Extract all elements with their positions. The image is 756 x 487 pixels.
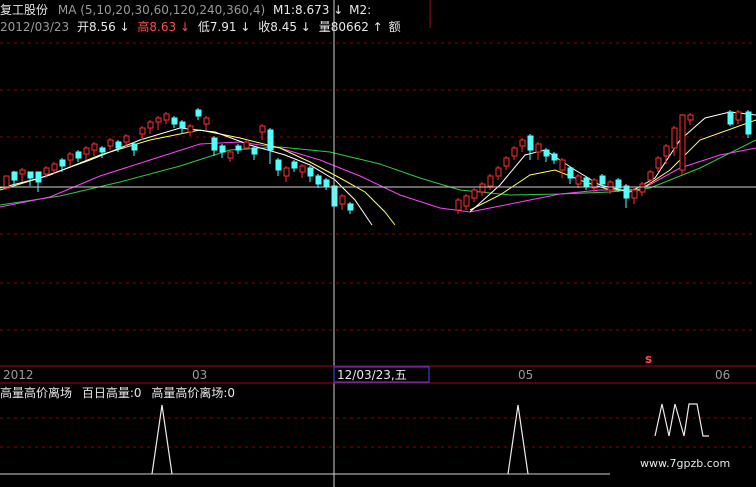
axis-tick-05: 05 xyxy=(518,368,534,382)
candle-body-up xyxy=(487,175,494,187)
candle-body-up xyxy=(43,167,50,175)
candle-body-down xyxy=(275,159,282,171)
candle-body-up xyxy=(187,125,194,133)
candle-body-up xyxy=(227,151,234,159)
candle-body-up xyxy=(679,114,686,171)
candle-body-up xyxy=(463,195,470,207)
candle-body-down xyxy=(323,179,330,187)
candle-body-down xyxy=(251,147,258,155)
candle-body-up xyxy=(123,135,130,143)
candle-body-up xyxy=(559,159,566,171)
candle-body-up xyxy=(607,181,614,191)
ma30-line xyxy=(0,139,756,206)
indicator-spike-3 xyxy=(654,403,709,437)
candle-body-down xyxy=(99,147,106,153)
candle-body-up xyxy=(243,141,250,149)
indicator-title: 高量高价离场 xyxy=(0,386,73,400)
candle-body-down xyxy=(211,137,218,151)
candle-body-up xyxy=(67,153,74,161)
candle-body-up xyxy=(3,175,10,189)
candle-body-down xyxy=(171,117,178,125)
candle-body-up xyxy=(735,111,742,121)
candle-body-down xyxy=(583,177,590,187)
candle-body-up xyxy=(575,175,582,185)
axis-tick-06: 06 xyxy=(715,368,731,382)
candle-body-up xyxy=(19,169,26,175)
candle-body-up xyxy=(519,139,526,147)
candle-body-down xyxy=(59,159,66,167)
candle-body-down xyxy=(727,111,734,125)
ma20-line xyxy=(0,141,756,213)
candle-body-up xyxy=(147,121,154,129)
candle-body-up xyxy=(503,157,510,167)
axis-tick-03: 03 xyxy=(192,368,208,382)
watermark: www.7gpzb.com xyxy=(640,457,731,470)
candle-body-down xyxy=(599,175,606,185)
candle-body-up xyxy=(455,199,462,211)
cursor-date-label: 12/03/23,五 xyxy=(337,368,407,382)
candle-body-up xyxy=(163,113,170,121)
candle-body-up xyxy=(259,125,266,133)
candle-body-down xyxy=(115,141,122,149)
candle-body-down xyxy=(307,167,314,177)
candle-body-up xyxy=(479,183,486,193)
indicator-spike-1 xyxy=(151,404,173,475)
candle-body-up xyxy=(471,189,478,199)
kline-chart[interactable] xyxy=(0,0,756,487)
candle-body-up xyxy=(511,147,518,157)
candle-body-down xyxy=(567,167,574,179)
ma10-line-b xyxy=(469,119,756,211)
candle-body-down xyxy=(27,171,34,179)
indicator-spike-2 xyxy=(507,404,529,475)
candle-body-up xyxy=(687,114,694,121)
candle-body-up xyxy=(671,127,678,149)
candle-body-down xyxy=(315,175,322,185)
axis-tick-2012: 2012 xyxy=(3,368,34,382)
candle-body-down xyxy=(745,111,752,135)
candle-body-up xyxy=(495,167,502,177)
candle-body-down xyxy=(179,121,186,129)
candle-body-down xyxy=(623,185,630,199)
candle-body-up xyxy=(91,143,98,151)
candle-body-down xyxy=(543,149,550,157)
indicator-field-2: 高量高价离场:0 xyxy=(151,386,236,400)
candle-body-up xyxy=(631,189,638,199)
ma10-line xyxy=(0,129,396,226)
indicator-header: 高量高价离场 百日高量:0 高量高价离场:0 xyxy=(0,386,235,400)
candle-body-down xyxy=(75,151,82,159)
candlesticks xyxy=(3,108,752,214)
candle-body-down xyxy=(35,171,42,183)
indicator-field-1: 百日高量:0 xyxy=(81,386,142,400)
candle-body-down xyxy=(219,145,226,153)
candle-body-up xyxy=(339,195,346,205)
candle-body-down xyxy=(131,143,138,151)
candle-body-down xyxy=(267,129,274,151)
candle-body-down xyxy=(235,145,242,151)
candle-body-up xyxy=(51,163,58,171)
candle-body-up xyxy=(655,157,662,169)
candle-body-down xyxy=(551,153,558,161)
candle-body-up xyxy=(283,167,290,177)
candle-body-down xyxy=(527,135,534,151)
candle-body-up xyxy=(639,183,646,193)
candle-body-up xyxy=(647,171,654,181)
candle-body-down xyxy=(347,203,354,211)
candle-body-up xyxy=(107,139,114,147)
candle-body-up xyxy=(203,117,210,125)
candle-body-down xyxy=(195,109,202,117)
candle-body-down xyxy=(11,171,18,181)
candle-body-up xyxy=(663,145,670,157)
candle-body-up xyxy=(139,127,146,135)
candle-body-up xyxy=(83,147,90,155)
moving-average-lines xyxy=(0,111,756,226)
sell-marker: s xyxy=(645,352,653,366)
candle-body-up xyxy=(535,143,542,153)
candle-body-down xyxy=(291,161,298,169)
candle-body-up xyxy=(299,165,306,173)
candle-body-up xyxy=(155,117,162,123)
